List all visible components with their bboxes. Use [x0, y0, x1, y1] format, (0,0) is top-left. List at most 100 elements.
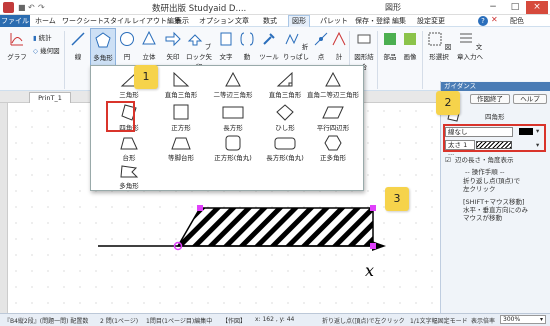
geometry-icon: ◇	[33, 47, 38, 55]
status-coords: x: 162 , y: 44	[255, 316, 295, 323]
tab-layout[interactable]: レイアウト編集	[132, 16, 181, 26]
text-insert-button[interactable]: 文章入力へ	[455, 31, 485, 61]
status-width-mode: 1/1文字幅固定モード	[410, 318, 468, 325]
tab-settings[interactable]: 設定変更	[417, 16, 445, 26]
stamp-icon	[220, 32, 232, 46]
title-bar: ■ ↶ ↷ 数研出版 Studyaid D.... 図形 − □ ×	[0, 0, 550, 15]
image-icon	[404, 33, 416, 45]
shape-square[interactable]: 正方形	[151, 104, 211, 132]
line-button[interactable]: 線	[68, 31, 88, 61]
point-icon	[314, 32, 328, 46]
right-triangle-icon	[173, 72, 190, 87]
tab-formula[interactable]: 数式	[263, 16, 277, 26]
procedure-step: 左クリック	[463, 185, 496, 193]
geometry-button[interactable]: ◇ 幾何図	[33, 45, 63, 55]
square-icon	[173, 104, 189, 120]
arrow-button[interactable]: 矢印	[162, 31, 184, 61]
parallelogram-icon	[322, 106, 344, 119]
minimize-button[interactable]: −	[482, 1, 504, 14]
status-pages: 2 問(1ページ)	[100, 318, 139, 325]
document-tab[interactable]: PrinT_1	[29, 92, 71, 103]
polygon-button[interactable]: 多角形	[90, 28, 116, 67]
cone-icon	[142, 30, 156, 45]
shape-parallelogram[interactable]: 平行四辺形	[303, 104, 363, 132]
shape-select-button[interactable]: 図形選択	[425, 31, 453, 61]
hatched-quadrilateral[interactable]	[176, 207, 374, 247]
circle-button[interactable]: 円	[118, 31, 136, 61]
stamp-button[interactable]: 文字	[217, 31, 235, 61]
color-scheme-link[interactable]: 配色	[510, 16, 524, 26]
highlight-box-quadrilateral	[106, 101, 135, 132]
solid-button[interactable]: 立体	[138, 30, 160, 61]
stats-button[interactable]: ▮ 統計	[33, 32, 63, 42]
fold-button[interactable]: 折りっぱし	[282, 31, 310, 61]
brace-button[interactable]: 動	[236, 31, 258, 61]
block-arrow-icon	[187, 34, 202, 46]
vertex-handle[interactable]	[370, 243, 376, 249]
parts-icon	[384, 33, 396, 45]
select-icon	[428, 32, 442, 46]
file-tab[interactable]: ファイル	[0, 15, 30, 27]
shape-right-isosceles-triangle[interactable]: 直角二等辺三角形	[303, 72, 363, 99]
shape-polygon[interactable]: 多角形	[99, 164, 159, 190]
procedure-step: 折り返し点(頂点)で	[463, 177, 521, 185]
shape-trapezoid[interactable]: 台形	[99, 135, 159, 162]
tab-home[interactable]: ホーム	[35, 16, 56, 26]
highlight-box-style	[443, 124, 546, 152]
procedure-header: -- 操作手順 --	[465, 168, 505, 176]
tab-palette[interactable]: パレット	[320, 16, 348, 26]
tab-text[interactable]: 文章	[235, 16, 249, 26]
pointer-button[interactable]: 点	[311, 31, 331, 61]
graph-button[interactable]: グラフ	[5, 31, 29, 61]
vertex-handle[interactable]	[370, 205, 376, 211]
callout-1: 1	[134, 65, 158, 89]
shape-rounded-square[interactable]: 正方形(角丸)	[203, 135, 263, 162]
tool-button[interactable]: ツール	[258, 31, 280, 61]
save-icon[interactable]: ■	[18, 3, 26, 12]
shape-right-triangle[interactable]: 直角三角形	[151, 72, 211, 99]
right-triangle-icon	[276, 72, 293, 87]
measure-icon	[332, 31, 346, 46]
measure-button[interactable]: 計	[331, 31, 347, 61]
shape-isosceles-trapezoid[interactable]: 等脚台形	[151, 135, 211, 162]
shape-regular-polygon[interactable]: 正多角形	[303, 135, 363, 162]
rounded-rectangle-icon	[274, 137, 296, 150]
shape-isosceles-triangle[interactable]: 二等辺三角形	[203, 72, 263, 99]
vertex-handle[interactable]	[197, 205, 203, 211]
window-title: 数研出版 Studyaid D....	[152, 4, 247, 14]
undo-icon[interactable]: ↶	[28, 3, 35, 12]
rhombus-icon	[276, 104, 294, 121]
help-button[interactable]: ヘルプ	[513, 94, 547, 104]
zoom-select[interactable]: 300% ▾	[500, 315, 546, 324]
isosceles-trapezoid-icon	[171, 137, 191, 150]
procedure-step: 水平・垂直方向にのみ	[463, 206, 528, 214]
graph-icon	[10, 33, 23, 46]
procedure-step: [SHIFT+マウス移動]	[463, 198, 525, 206]
isosceles-triangle-icon	[225, 72, 241, 87]
text-lines-icon	[459, 33, 472, 43]
app-icon[interactable]	[3, 2, 14, 13]
close-ribbon-icon[interactable]: ✕	[491, 15, 498, 24]
tab-edit[interactable]: 編集	[392, 16, 406, 26]
x-axis-label: x	[365, 261, 374, 280]
parts-button[interactable]: 部品	[381, 31, 399, 61]
maximize-button[interactable]: □	[504, 1, 526, 14]
redo-icon[interactable]: ↷	[38, 3, 45, 12]
polygon-icon	[120, 165, 139, 178]
dimension-checkbox[interactable]: ☑	[445, 156, 451, 164]
guidance-header: ガイダンス	[441, 82, 550, 91]
image-button[interactable]: 画像	[401, 31, 419, 61]
fold-line-icon	[285, 33, 299, 45]
tab-view[interactable]: 表示	[175, 16, 189, 26]
finish-drawing-button[interactable]: 作図終了	[470, 94, 510, 104]
tab-save[interactable]: 保存・登録	[355, 16, 390, 26]
help-icon[interactable]: ?	[478, 16, 488, 26]
shape-rectangle[interactable]: 長方形	[203, 104, 263, 132]
tab-worksheet[interactable]: ワークシート	[62, 16, 104, 26]
tab-style[interactable]: スタイル	[103, 16, 131, 26]
tab-options[interactable]: オプション	[199, 16, 234, 26]
tab-shape[interactable]: 図形	[288, 15, 310, 27]
guidance-title: 四角形	[485, 113, 505, 121]
close-button[interactable]: ×	[526, 1, 548, 14]
status-editing: 1問目(1ページ目)編集中	[146, 318, 213, 325]
